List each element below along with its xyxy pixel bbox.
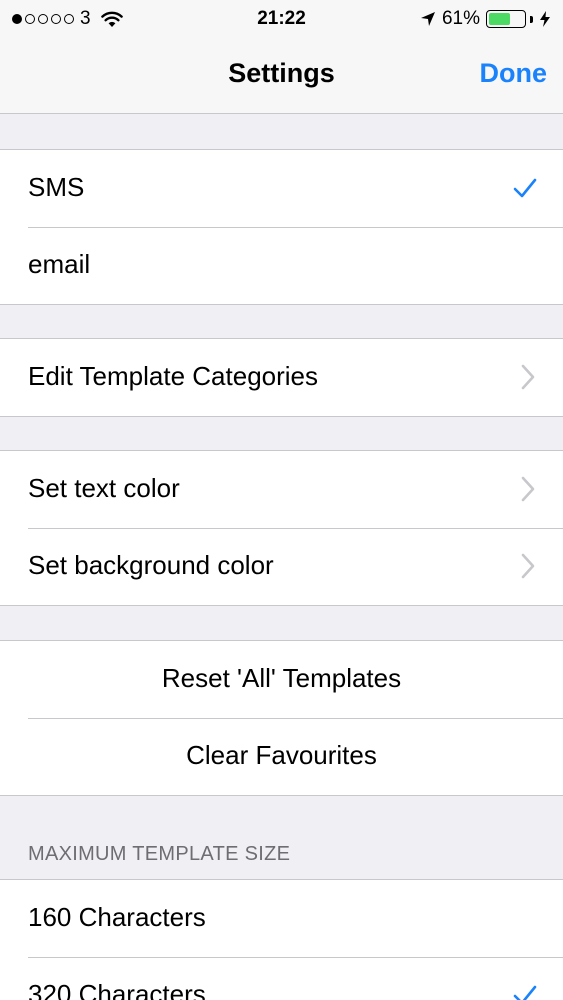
cell-label: Reset 'All' Templates (161, 663, 402, 693)
status-bar: 3 21:22 61% (0, 0, 563, 38)
message-type-group: SMS email (0, 149, 563, 305)
size-160-characters-cell[interactable]: 160 Characters (0, 880, 563, 957)
battery-nub (530, 15, 533, 23)
clear-favourites-button[interactable]: Clear Favourites (0, 718, 563, 795)
template-categories-group: Edit Template Categories (0, 338, 563, 417)
cell-label: Clear Favourites (186, 740, 377, 770)
navigation-bar: Settings Done (0, 38, 563, 114)
status-right: 61% (420, 8, 551, 29)
checkmark-icon (513, 985, 537, 1000)
settings-screen: 3 21:22 61% Settings Done SMS email Edit… (0, 0, 563, 1000)
chevron-right-icon (521, 476, 535, 502)
location-arrow-icon (420, 12, 435, 26)
max-template-size-group: 160 Characters 320 Characters (0, 879, 563, 1000)
cell-label: Edit Template Categories (28, 361, 319, 391)
reset-all-templates-button[interactable]: Reset 'All' Templates (0, 641, 563, 718)
cell-label: Set text color (28, 473, 180, 503)
edit-template-categories-cell[interactable]: Edit Template Categories (0, 339, 563, 416)
message-type-email-cell[interactable]: email (0, 227, 563, 304)
battery-icon (486, 10, 526, 28)
cell-label: 320 Characters (28, 979, 206, 1000)
cell-label: Set background color (28, 550, 274, 580)
size-320-characters-cell[interactable]: 320 Characters (0, 957, 563, 1000)
set-background-color-cell[interactable]: Set background color (0, 528, 563, 605)
charging-bolt-icon (540, 11, 550, 27)
chevron-right-icon (521, 364, 535, 390)
done-button[interactable]: Done (480, 58, 548, 89)
cell-label: 160 Characters (28, 902, 206, 932)
checkmark-icon (513, 178, 537, 198)
message-type-sms-cell[interactable]: SMS (0, 150, 563, 227)
chevron-right-icon (521, 553, 535, 579)
battery-level-fill (489, 13, 510, 25)
template-actions-group: Reset 'All' Templates Clear Favourites (0, 640, 563, 796)
battery-percent: 61% (441, 8, 480, 29)
color-settings-group: Set text color Set background color (0, 450, 563, 606)
section-header-max-template-size: MAXIMUM TEMPLATE SIZE (28, 843, 291, 865)
set-text-color-cell[interactable]: Set text color (0, 451, 563, 528)
cell-label: SMS (28, 172, 85, 202)
cell-label: email (28, 249, 91, 279)
